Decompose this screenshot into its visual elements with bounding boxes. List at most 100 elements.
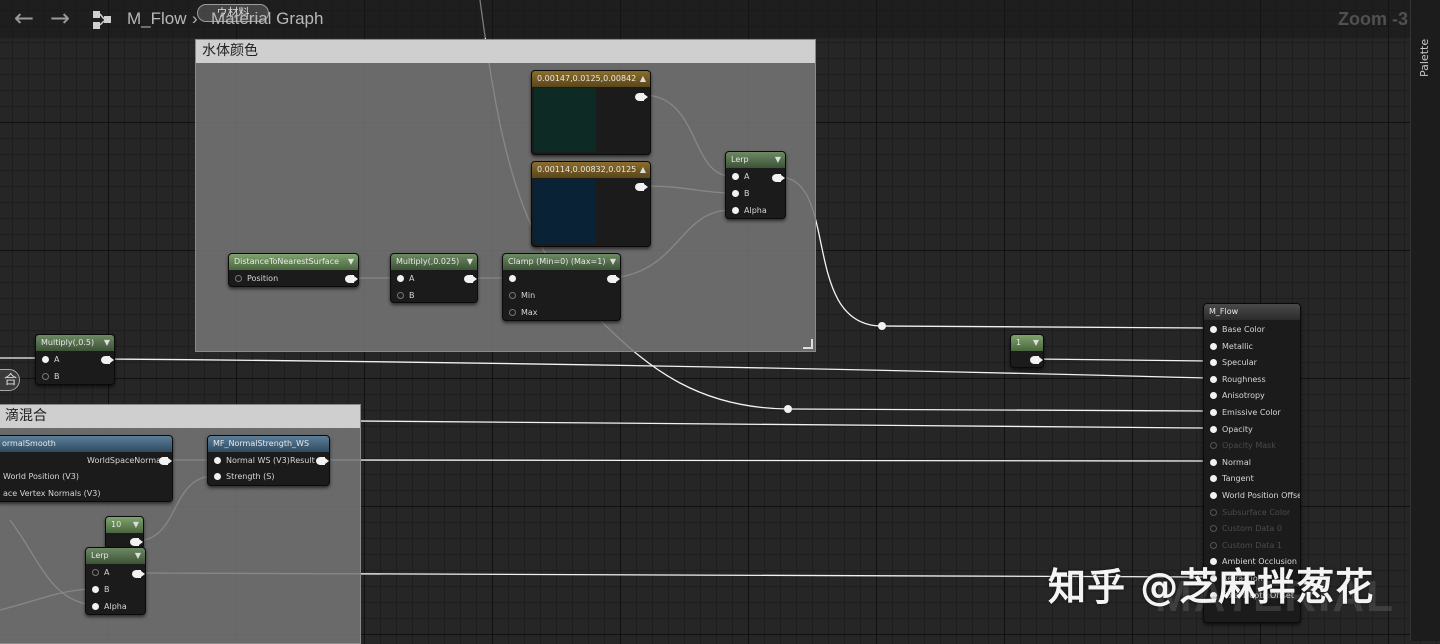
collapse-chevron-icon: ▲	[639, 74, 646, 83]
collapse-chevron-icon: ▲	[639, 165, 646, 174]
node-clamp[interactable]: Clamp (Min=0) (Max=1) ▼ Min Max	[502, 253, 621, 321]
material-pin[interactable]: Custom Data 1	[1210, 539, 1282, 553]
pin-a[interactable]: A	[92, 566, 109, 580]
collapse-chevron-icon: ▼	[609, 257, 616, 266]
node-title: ormalSmooth	[0, 436, 172, 452]
node-title: M_Flow	[1204, 304, 1300, 320]
pin-alpha[interactable]: Alpha	[732, 204, 767, 218]
pin-icon	[1210, 492, 1217, 499]
node-title: DistanceToNearestSurface ▼	[229, 254, 358, 270]
pin-a[interactable]: A	[42, 353, 59, 367]
pin-vertex-normals[interactable]: ace Vertex Normals (V3)	[3, 487, 100, 501]
pin-strength[interactable]: Strength (S)	[214, 470, 274, 484]
pin-label: Emissive Color	[1222, 408, 1281, 417]
pin-world-position[interactable]: World Position (V3)	[3, 470, 79, 484]
output-pin-icon[interactable]	[130, 538, 143, 546]
pin-normal-ws[interactable]: Normal WS (V3)	[214, 454, 290, 468]
pin-icon	[1210, 508, 1217, 516]
pin-max[interactable]: Max	[509, 306, 538, 320]
pin-a[interactable]: A	[397, 272, 414, 286]
pin-alpha[interactable]: Alpha	[92, 600, 127, 614]
pin-label: Roughness	[1222, 374, 1266, 384]
output-pin-icon[interactable]	[101, 356, 114, 364]
pin-label: Tangent	[1222, 474, 1254, 484]
pin-min[interactable]: Min	[509, 289, 535, 303]
node-distance-to-nearest-surface[interactable]: DistanceToNearestSurface ▼ Position	[228, 253, 359, 287]
node-title: Multiply(,0.5) ▼	[36, 335, 114, 351]
pin-result[interactable]: Result	[290, 454, 315, 468]
material-pin[interactable]: Base Color	[1210, 323, 1265, 337]
node-multiply-05[interactable]: Multiply(,0.5) ▼ A B	[35, 334, 115, 385]
output-pin-icon[interactable]	[772, 174, 785, 182]
pin-label: World Position Offset	[1222, 491, 1301, 500]
comment-title[interactable]: 滴混合	[0, 405, 360, 428]
pin-world-space-normal[interactable]: WorldSpaceNormal	[87, 454, 163, 468]
material-pin[interactable]: Custom Data 0	[1210, 522, 1282, 536]
color-swatch	[534, 179, 596, 244]
material-pin[interactable]: Tangent	[1210, 472, 1254, 486]
output-pin-icon[interactable]	[635, 183, 648, 191]
pin-icon	[1210, 458, 1217, 466]
material-pin[interactable]: Anisotropy	[1210, 389, 1265, 403]
material-pin[interactable]: Roughness	[1210, 373, 1266, 387]
pin-icon	[1210, 392, 1217, 400]
pin-b[interactable]: B	[397, 289, 415, 302]
output-pin-icon[interactable]	[132, 570, 145, 578]
pin-label: Base Color	[1222, 325, 1265, 334]
palette-tab[interactable]: Palette	[1414, 36, 1436, 80]
node-constant-10[interactable]: 10 ▼	[105, 516, 144, 549]
pin-b[interactable]: B	[42, 370, 60, 384]
material-pin[interactable]: Normal	[1210, 456, 1251, 470]
comment-title[interactable]: 水体颜色	[196, 40, 815, 63]
pin-b[interactable]: B	[92, 583, 110, 597]
node-constant3vector-2[interactable]: 0.00114,0.00832,0.0125 ▲	[531, 161, 651, 247]
pin-b[interactable]: B	[732, 187, 750, 201]
pin-icon	[1210, 375, 1217, 383]
pin-a[interactable]: A	[732, 170, 749, 184]
wire-const1-to-specular	[1034, 358, 1209, 362]
pin-icon	[1210, 326, 1217, 333]
color-swatch	[534, 88, 596, 152]
node-mf-normal-strength[interactable]: MF_NormalStrength_WS Normal WS (V3) Stre…	[207, 435, 330, 486]
wire-mf-to-normal	[321, 459, 1209, 462]
reroute-node[interactable]	[784, 405, 792, 413]
material-pin[interactable]: Opacity	[1210, 423, 1253, 437]
graph-toolbar: ← → M_Flow › ウ材料 Material Graph Zoom -3	[0, 0, 1410, 38]
output-pin-icon[interactable]	[316, 457, 329, 465]
node-multiply-0025[interactable]: Multiply(,0.025) ▼ A B	[390, 253, 478, 303]
material-pin[interactable]: World Position Offset	[1210, 489, 1301, 503]
output-pin-icon[interactable]	[1030, 356, 1043, 364]
pin-label: Subsurface Color	[1222, 507, 1291, 517]
material-pin[interactable]: Specular	[1210, 356, 1257, 370]
output-pin-icon[interactable]	[607, 275, 620, 283]
output-pin-icon[interactable]	[464, 275, 477, 283]
output-pin-icon[interactable]	[345, 275, 358, 283]
breadcrumb-graph[interactable]: Material Graph	[211, 9, 323, 29]
node-normal-smooth[interactable]: ormalSmooth World Position (V3) ace Vert…	[0, 435, 173, 502]
material-pin[interactable]: Opacity Mask	[1210, 439, 1276, 453]
arrow-right-icon[interactable]: →	[50, 6, 70, 30]
node-constant-1[interactable]: 1 ▼	[1010, 334, 1044, 368]
node-title: 0.00147,0.0125,0.00842 ▲	[532, 71, 650, 87]
pin-value[interactable]	[509, 272, 521, 286]
material-pin[interactable]: Subsurface Color	[1210, 506, 1290, 520]
collapse-chevron-icon: ▼	[466, 257, 473, 266]
material-pin[interactable]: Metallic	[1210, 340, 1253, 354]
watermark-author: 知乎 @芝麻拌葱花	[1048, 565, 1375, 609]
pin-position[interactable]: Position	[235, 272, 278, 286]
output-pin-icon[interactable]	[635, 93, 648, 101]
pin-label: Normal	[1222, 457, 1251, 467]
output-pin-icon[interactable]	[159, 457, 172, 465]
pin-icon	[1210, 409, 1217, 416]
resize-grip-icon[interactable]	[803, 339, 813, 349]
breadcrumb-asset[interactable]: M_Flow	[127, 9, 187, 29]
arrow-left-icon[interactable]: ←	[14, 6, 34, 30]
pin-icon	[1210, 525, 1217, 533]
reroute-node[interactable]	[878, 322, 886, 330]
node-constant3vector-1[interactable]: 0.00147,0.0125,0.00842 ▲	[531, 70, 651, 155]
pin-icon	[1210, 541, 1217, 549]
node-lerp-bottom[interactable]: Lerp ▼ A B Alpha	[85, 547, 146, 615]
node-lerp-top[interactable]: Lerp ▼ A B Alpha	[725, 151, 786, 219]
zoom-level: Zoom -3	[1338, 9, 1408, 29]
material-pin[interactable]: Emissive Color	[1210, 406, 1281, 420]
